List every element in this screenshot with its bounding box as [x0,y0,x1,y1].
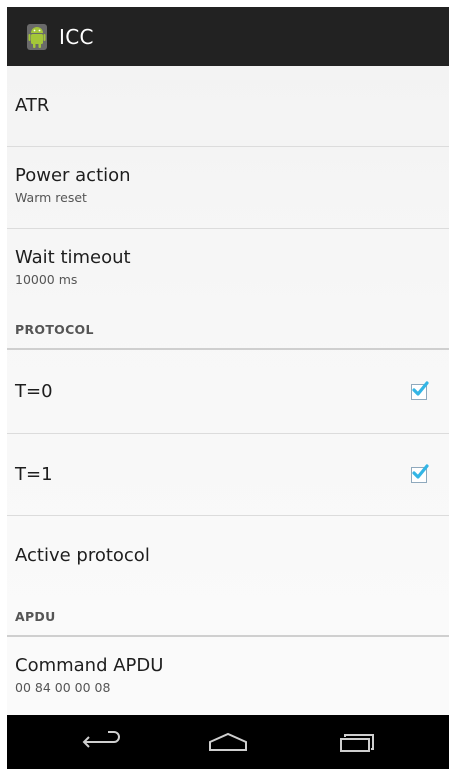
android-robot-icon[interactable] [21,19,53,55]
category-protocol: PROTOCOL [7,309,449,350]
pref-t1[interactable]: T=1 [7,434,449,516]
preference-list: ATR Power action Warm reset Wait timeout… [7,66,449,719]
pref-atr-title: ATR [15,95,50,116]
pref-power-action-summary: Warm reset [15,190,87,205]
pref-active-protocol-title: Active protocol [15,545,150,566]
pref-wait-timeout-title: Wait timeout [15,247,131,268]
screen: ICC ATR Power action Warm reset Wait tim… [7,7,449,769]
checkmark-icon [412,380,429,396]
pref-power-action[interactable]: Power action Warm reset [7,147,449,229]
checkmark-icon [412,463,429,479]
pref-power-action-title: Power action [15,165,131,186]
action-bar: ICC [7,7,449,66]
pref-atr[interactable]: ATR [7,66,449,147]
pref-command-apdu-summary: 00 84 00 00 08 [15,680,111,695]
pref-command-apdu-title: Command APDU [15,655,164,676]
t1-checkbox[interactable] [411,463,429,483]
pref-wait-timeout-summary: 10000 ms [15,272,78,287]
pref-t0-title: T=0 [15,380,53,402]
app-title: ICC [59,24,94,49]
back-icon[interactable] [64,715,144,769]
recent-apps-icon[interactable] [319,715,399,769]
navigation-bar [7,715,449,769]
pref-wait-timeout[interactable]: Wait timeout 10000 ms [7,229,449,309]
category-apdu: APDU [7,596,449,637]
home-icon[interactable] [188,715,268,769]
t0-checkbox[interactable] [411,380,429,400]
pref-command-apdu[interactable]: Command APDU 00 84 00 00 08 [7,637,449,719]
pref-t0[interactable]: T=0 [7,350,449,434]
pref-active-protocol[interactable]: Active protocol [7,516,449,596]
pref-t1-title: T=1 [15,463,53,485]
